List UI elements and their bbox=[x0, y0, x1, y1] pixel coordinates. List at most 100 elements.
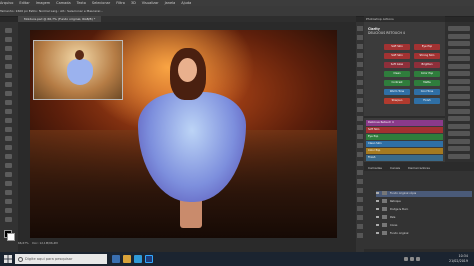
network-icon[interactable] bbox=[404, 257, 408, 261]
panel-toggle-icon[interactable] bbox=[357, 197, 363, 202]
action-button[interactable]: Warm Tone bbox=[384, 89, 410, 95]
panel-toggle-icon[interactable] bbox=[357, 125, 363, 130]
taskbar-clock[interactable]: 10:34 21/02/2019 bbox=[449, 254, 468, 264]
layer-row[interactable]: Fundo original bbox=[376, 231, 472, 237]
panel-toggle-icon[interactable] bbox=[357, 215, 363, 220]
panel-toggle-icon[interactable] bbox=[357, 26, 363, 31]
panel-toggle-icon[interactable] bbox=[357, 134, 363, 139]
action-button[interactable]: Soft Skin bbox=[384, 44, 410, 50]
taskbar-search-input[interactable]: Digite aqui para pesquisar bbox=[15, 254, 107, 264]
panel-toggle-icon[interactable] bbox=[357, 89, 363, 94]
eye-icon[interactable] bbox=[376, 224, 379, 226]
plugin-list-row[interactable]: Color Pop bbox=[366, 148, 443, 154]
eye-icon[interactable] bbox=[376, 208, 379, 210]
action-button[interactable]: Color Pop bbox=[414, 71, 440, 77]
volume-icon[interactable] bbox=[410, 257, 414, 261]
action-button[interactable]: Soft Skin bbox=[384, 53, 410, 59]
side-panel-button[interactable] bbox=[448, 41, 470, 46]
tool-icon[interactable] bbox=[5, 154, 12, 159]
panel-toggle-icon[interactable] bbox=[357, 107, 363, 112]
tool-icon[interactable] bbox=[5, 172, 12, 177]
side-panel-button[interactable] bbox=[448, 78, 470, 84]
panel-toggle-icon[interactable] bbox=[357, 233, 363, 238]
menu-item[interactable]: Texto bbox=[77, 1, 86, 5]
side-panel-button[interactable] bbox=[448, 138, 470, 144]
action-button[interactable]: Strong Skin bbox=[414, 53, 440, 59]
menu-item[interactable]: Janela bbox=[165, 1, 176, 5]
panel-toggle-icon[interactable] bbox=[357, 116, 363, 121]
zoom-level[interactable]: 66,67% bbox=[18, 241, 29, 245]
eye-icon[interactable] bbox=[376, 192, 379, 194]
side-panel-button[interactable] bbox=[448, 146, 470, 151]
menu-item[interactable]: Editar bbox=[19, 1, 29, 5]
panel-toggle-icon[interactable] bbox=[357, 179, 363, 184]
eye-icon[interactable] bbox=[376, 200, 379, 202]
tool-icon[interactable] bbox=[5, 46, 12, 51]
side-panel-button[interactable] bbox=[448, 116, 470, 121]
tool-icon[interactable] bbox=[5, 217, 12, 222]
tool-icon[interactable] bbox=[5, 55, 12, 60]
side-panel-button[interactable] bbox=[448, 48, 470, 54]
plugin-list-row[interactable]: Clean Skin bbox=[366, 141, 443, 147]
action-button[interactable]: Matte bbox=[414, 80, 440, 86]
panel-toggle-icon[interactable] bbox=[357, 62, 363, 67]
notification-icon[interactable] bbox=[416, 257, 420, 261]
tool-icon[interactable] bbox=[5, 163, 12, 168]
side-panel-button[interactable] bbox=[448, 63, 470, 69]
action-button[interactable]: Soft Glow bbox=[384, 62, 410, 68]
tool-icon[interactable] bbox=[5, 181, 12, 186]
panel-toggle-icon[interactable] bbox=[357, 224, 363, 229]
tool-icon[interactable] bbox=[5, 82, 12, 87]
menu-item[interactable]: Camada bbox=[56, 1, 71, 5]
side-panel-button[interactable] bbox=[448, 123, 470, 129]
layer-row[interactable]: Dodge & Burn bbox=[376, 207, 472, 213]
menu-item[interactable]: Imagem bbox=[36, 1, 50, 5]
side-panel-button[interactable] bbox=[448, 33, 470, 39]
panel-toggle-icon[interactable] bbox=[357, 53, 363, 58]
action-button[interactable]: Sharpen bbox=[384, 98, 410, 104]
side-panel-button[interactable] bbox=[448, 26, 470, 31]
task-view-icon[interactable] bbox=[112, 255, 120, 263]
panel-toggle-icon[interactable] bbox=[357, 44, 363, 49]
tool-icon[interactable] bbox=[5, 190, 12, 195]
side-panel-button[interactable] bbox=[448, 71, 470, 76]
plugin-list-row[interactable]: Eye Pop bbox=[366, 134, 443, 140]
tool-icon[interactable] bbox=[5, 100, 12, 105]
layer-row[interactable]: Cores bbox=[376, 223, 472, 229]
menu-item[interactable]: Visualizar bbox=[142, 1, 159, 5]
tool-icon[interactable] bbox=[5, 109, 12, 114]
browser-icon[interactable] bbox=[134, 255, 142, 263]
layers-tab[interactable]: Canais bbox=[390, 166, 400, 170]
panel-toggle-icon[interactable] bbox=[357, 206, 363, 211]
panel-toggle-icon[interactable] bbox=[357, 71, 363, 76]
tool-icon[interactable] bbox=[5, 145, 12, 150]
action-button[interactable]: Brighten bbox=[414, 62, 440, 68]
side-panel-button[interactable] bbox=[448, 131, 470, 136]
tool-icon[interactable] bbox=[5, 73, 12, 78]
action-button[interactable]: Eye Pop bbox=[414, 44, 440, 50]
tool-icon[interactable] bbox=[5, 28, 12, 33]
layer-row[interactable]: Pele bbox=[376, 215, 472, 221]
file-explorer-icon[interactable] bbox=[123, 255, 131, 263]
tool-icon[interactable] bbox=[5, 208, 12, 213]
menu-item[interactable]: Selecionar bbox=[92, 1, 110, 5]
side-panel-button[interactable] bbox=[448, 153, 470, 159]
panel-toggle-icon[interactable] bbox=[357, 152, 363, 157]
panel-toggle-icon[interactable] bbox=[357, 161, 363, 166]
menu-item[interactable]: Ajuda bbox=[181, 1, 191, 5]
panel-toggle-icon[interactable] bbox=[357, 80, 363, 85]
eye-icon[interactable] bbox=[376, 232, 379, 234]
side-panel-button[interactable] bbox=[448, 93, 470, 99]
tool-icon[interactable] bbox=[5, 127, 12, 132]
layer-row[interactable]: Fundo original cópia bbox=[376, 191, 472, 197]
tool-icon[interactable] bbox=[5, 91, 12, 96]
plugin-list-row[interactable]: Soft Skin bbox=[366, 127, 443, 133]
layers-tab[interactable]: Demarcadores bbox=[408, 166, 430, 170]
windows-start-icon[interactable] bbox=[4, 255, 12, 263]
action-button[interactable]: Clean bbox=[384, 71, 410, 77]
tool-icon[interactable] bbox=[5, 118, 12, 123]
panel-toggle-icon[interactable] bbox=[357, 35, 363, 40]
plugin-list-row[interactable]: Delicious Retouch 4 bbox=[366, 120, 443, 126]
panel-toggle-icon[interactable] bbox=[357, 143, 363, 148]
menu-item[interactable]: 3D bbox=[131, 1, 136, 5]
